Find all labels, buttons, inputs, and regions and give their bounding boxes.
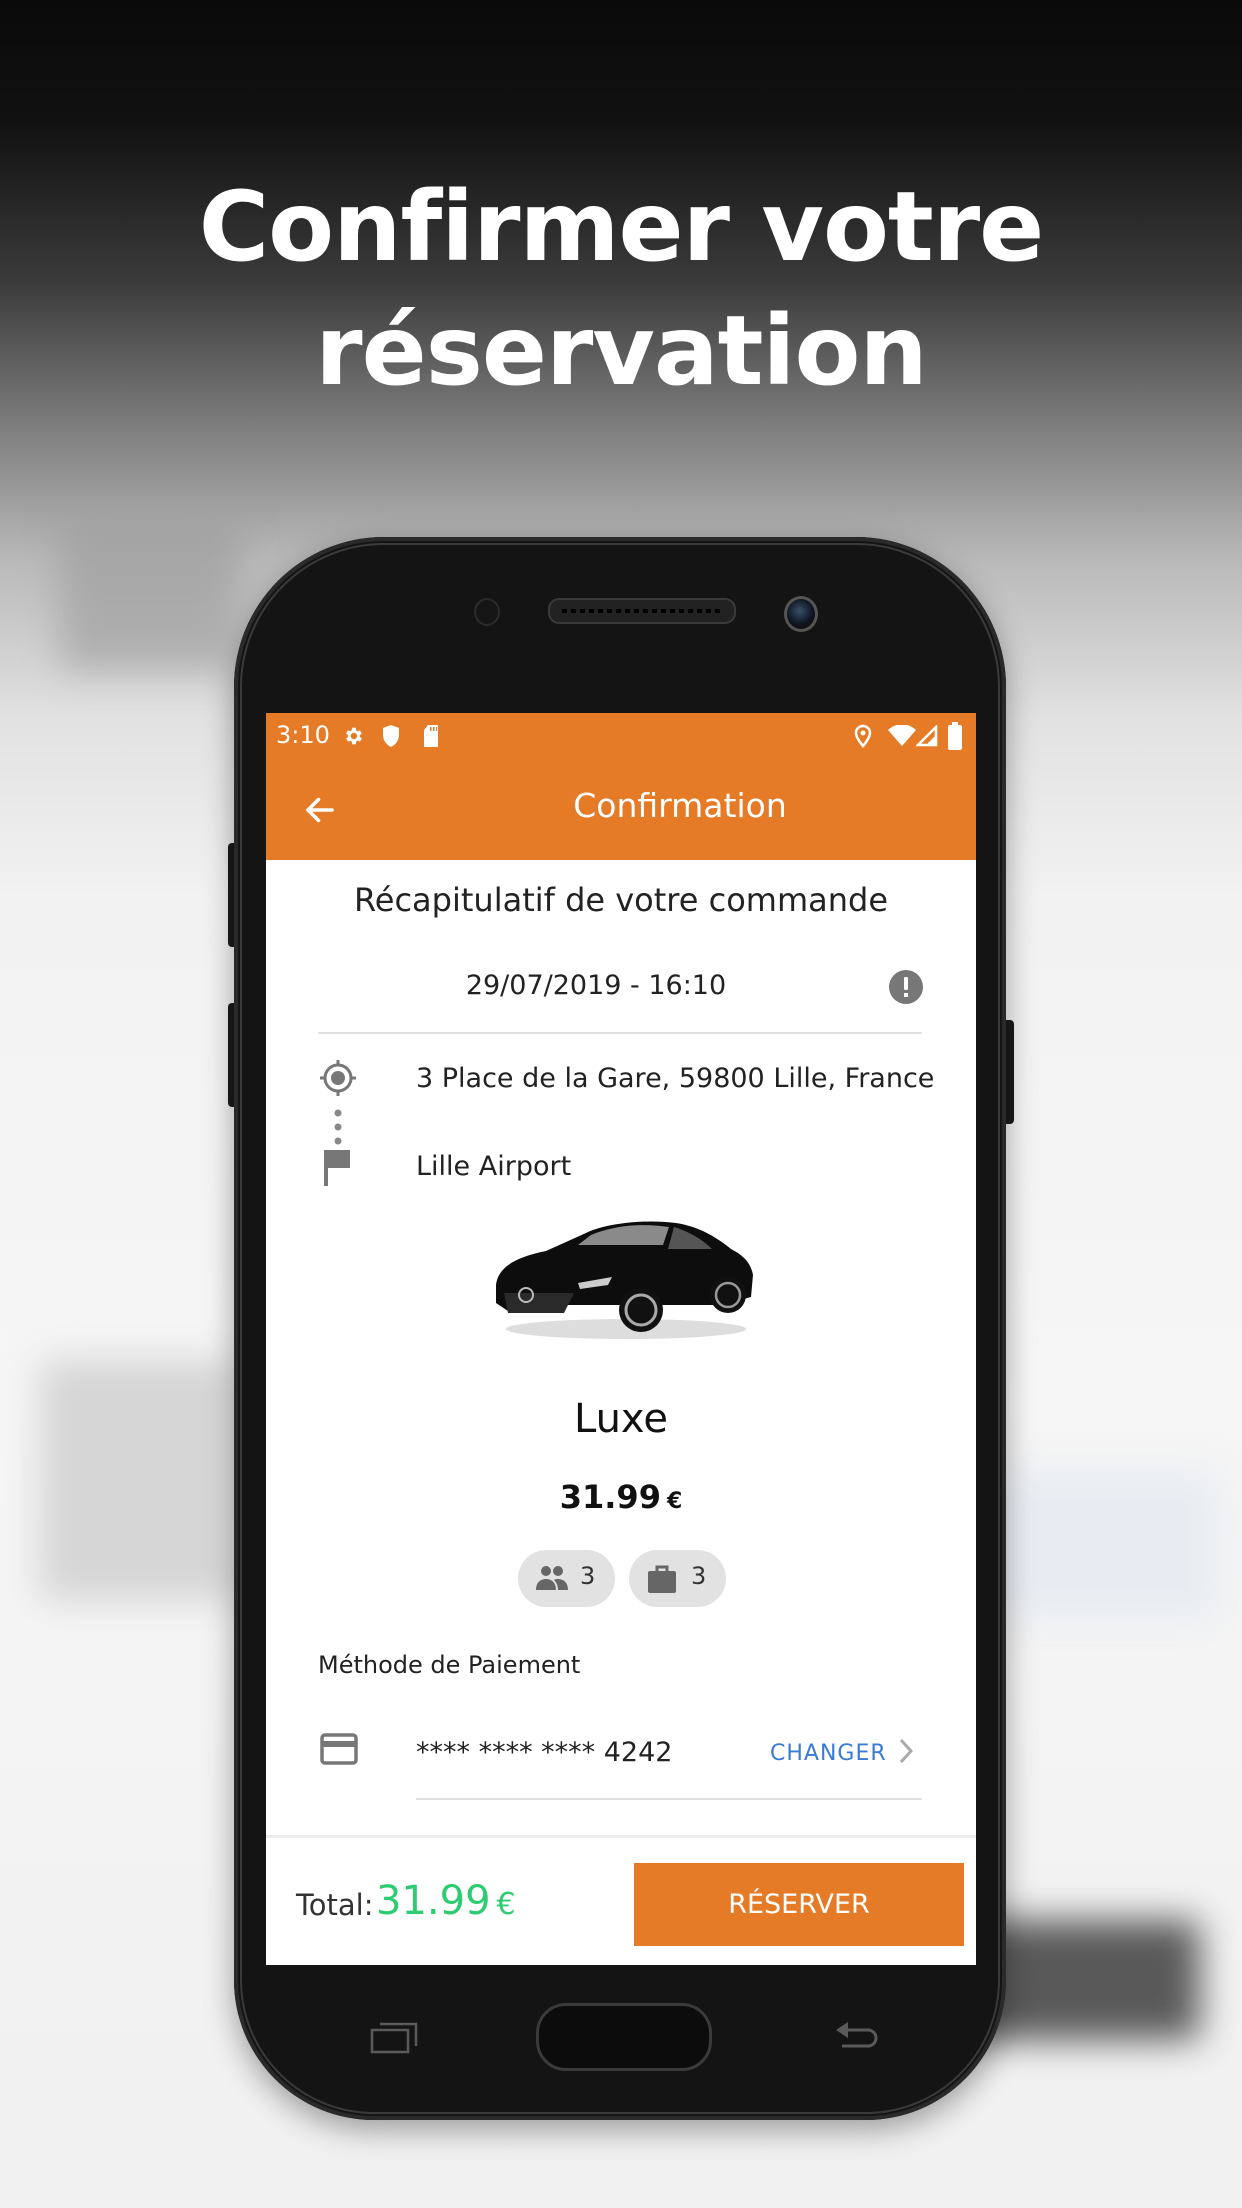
pickup-location-icon [320,1060,356,1096]
passengers-icon [536,1566,568,1590]
app-bar: Confirmation [266,760,976,860]
sd-card-icon [424,725,438,747]
recent-apps-icon[interactable] [370,2020,420,2054]
app-screen: 3:10 Confirmation Récapitulatif de votre… [266,713,976,1965]
battery-icon [948,722,962,750]
route-dots-icon [334,1109,342,1145]
headline-line-2: réservation [315,295,928,407]
total-amount: 31.99 € [376,1878,516,1924]
summary-heading: Récapitulatif de votre commande [353,881,889,919]
status-time: 3:10 [276,721,330,749]
passengers-chip: 3 [518,1550,615,1607]
promo-headline: Confirmer votre réservation [0,165,1242,413]
dropoff-address: Lille Airport [416,1151,572,1182]
car-image [496,1221,753,1339]
shield-icon [383,725,399,747]
pickup-address: 3 Place de la Gare, 59800 Lille, France [416,1063,935,1094]
vehicle-price: 31.99 € [266,1478,976,1516]
wifi-icon [888,725,916,746]
price-amount: 31.99 [559,1478,661,1516]
summary-divider [318,1032,922,1034]
background-blur [40,1360,240,1600]
ride-datetime: 29/07/2019 - 16:10 [465,970,727,1001]
total-label: Total: [296,1888,374,1922]
location-icon [854,724,872,748]
vehicle-category: Luxe [574,1396,668,1442]
front-camera [784,596,818,632]
luggage-count: 3 [691,1562,707,1590]
home-button[interactable] [536,2003,712,2071]
page-title: Confirmation [573,786,787,825]
alert-icon[interactable] [888,969,924,1005]
back-key-icon[interactable] [834,2020,884,2054]
payment-divider [416,1798,922,1800]
background-blur [1000,1470,1220,1620]
luggage-icon [648,1565,676,1593]
price-currency: € [666,1489,683,1514]
proximity-sensor [474,598,500,626]
luggage-chip: 3 [629,1550,726,1607]
credit-card-icon [320,1733,358,1765]
earpiece-speaker [548,598,736,624]
status-bar: 3:10 [266,713,976,760]
footer-divider [266,1835,976,1838]
card-number: **** **** **** 4242 [416,1737,673,1768]
chevron-right-icon[interactable] [898,1737,914,1765]
payment-method-label: Méthode de Paiement [318,1651,581,1679]
change-payment-button[interactable]: CHANGER [770,1741,887,1766]
gear-icon [346,727,362,745]
signal-icon [916,725,938,747]
headline-line-1: Confirmer votre [198,171,1045,283]
flag-icon [324,1150,350,1186]
total-value: 31.99 [376,1878,491,1924]
passengers-count: 3 [580,1562,596,1590]
reserve-button[interactable]: RÉSERVER [634,1863,964,1946]
background-blur [60,520,240,670]
total-currency: € [496,1887,516,1922]
